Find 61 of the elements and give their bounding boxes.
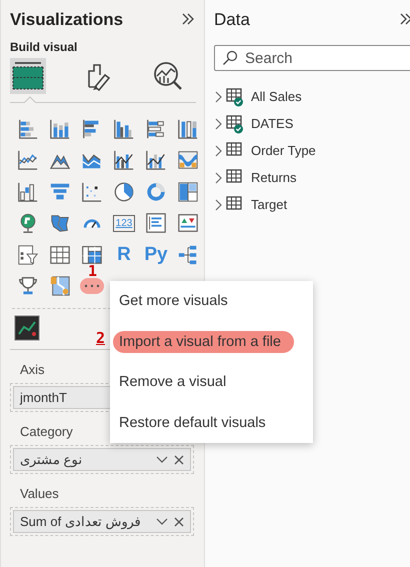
pane-title: Visualizations — [10, 10, 124, 30]
search-icon — [222, 50, 238, 66]
line-stacked-column-chart-icon[interactable] — [145, 149, 167, 172]
donut-chart-icon[interactable] — [145, 180, 167, 203]
field-pill[interactable]: نوع مشتری — [13, 448, 191, 471]
field-name: Sum of فروش تعدادی — [20, 514, 142, 529]
field-name: نوع مشتری — [20, 452, 84, 467]
chevron-right-icon[interactable] — [214, 118, 223, 130]
close-icon[interactable] — [174, 454, 184, 464]
well-label: Category — [20, 424, 74, 439]
kpi-icon[interactable] — [177, 212, 199, 234]
pane-title: Data — [214, 10, 250, 30]
chevron-right-icon[interactable] — [214, 90, 223, 102]
step-number: 1 — [88, 262, 98, 280]
menu-item[interactable]: Restore default visuals — [113, 412, 294, 434]
collapse-icon[interactable] — [398, 11, 410, 27]
search-field[interactable]: Search — [214, 45, 410, 71]
decomposition-tree-icon[interactable] — [177, 244, 199, 266]
chevron-right-icon[interactable] — [214, 172, 223, 184]
slicer-icon[interactable] — [17, 244, 39, 266]
field-pill[interactable]: Sum of فروش تعدادی — [13, 510, 191, 533]
field-name: jmonthT — [20, 390, 68, 405]
pie-chart-icon[interactable] — [113, 180, 135, 203]
table-item[interactable]: Order Type — [214, 137, 410, 164]
trophy-icon[interactable] — [17, 275, 39, 298]
map-pin-icon[interactable] — [49, 275, 71, 298]
more-visuals-button[interactable] — [80, 278, 104, 294]
table-item[interactable]: Target — [214, 191, 410, 218]
scatter-chart-icon[interactable] — [81, 180, 103, 203]
clustered-column-chart-icon[interactable] — [113, 118, 135, 140]
full-column-chart-icon[interactable] — [177, 118, 199, 140]
line-column-chart-icon[interactable] — [113, 149, 135, 172]
chevron-down-icon[interactable] — [156, 518, 168, 526]
section-label: Build visual — [10, 40, 78, 54]
waterfall-chart-icon[interactable] — [17, 180, 39, 203]
menu-item[interactable]: Import a visual from a file — [113, 330, 294, 353]
ribbon-chart-icon[interactable] — [177, 149, 199, 172]
chevron-right-icon[interactable] — [214, 198, 223, 210]
menu-item[interactable]: Get more visuals — [113, 290, 294, 312]
collapse-icon[interactable] — [180, 11, 196, 27]
line-chart-icon[interactable] — [17, 149, 39, 172]
ellipsis-icon — [84, 284, 100, 288]
table-item[interactable]: All Sales — [214, 83, 410, 110]
table-item[interactable]: DATES — [214, 110, 410, 137]
line-chart-icon[interactable] — [14, 315, 40, 341]
matrix-icon[interactable] — [81, 244, 103, 266]
well-label: Axis — [20, 362, 46, 377]
close-icon[interactable] — [174, 516, 184, 526]
step-number: 2 — [96, 328, 106, 346]
treemap-icon[interactable] — [177, 180, 199, 203]
full-bar-chart-icon[interactable] — [145, 118, 167, 140]
build-tab[interactable] — [10, 58, 46, 94]
table-item[interactable]: Returns — [214, 164, 410, 191]
table-icon[interactable] — [49, 244, 71, 266]
stacked-column-chart-icon[interactable] — [49, 118, 71, 140]
chevron-down-icon[interactable] — [156, 456, 168, 464]
well-label: Values — [20, 486, 60, 501]
stacked-bar-chart-icon[interactable] — [17, 118, 39, 140]
chevron-right-icon[interactable] — [214, 144, 223, 156]
filled-map-icon[interactable] — [49, 212, 71, 234]
multi-row-card-icon[interactable] — [145, 212, 167, 234]
